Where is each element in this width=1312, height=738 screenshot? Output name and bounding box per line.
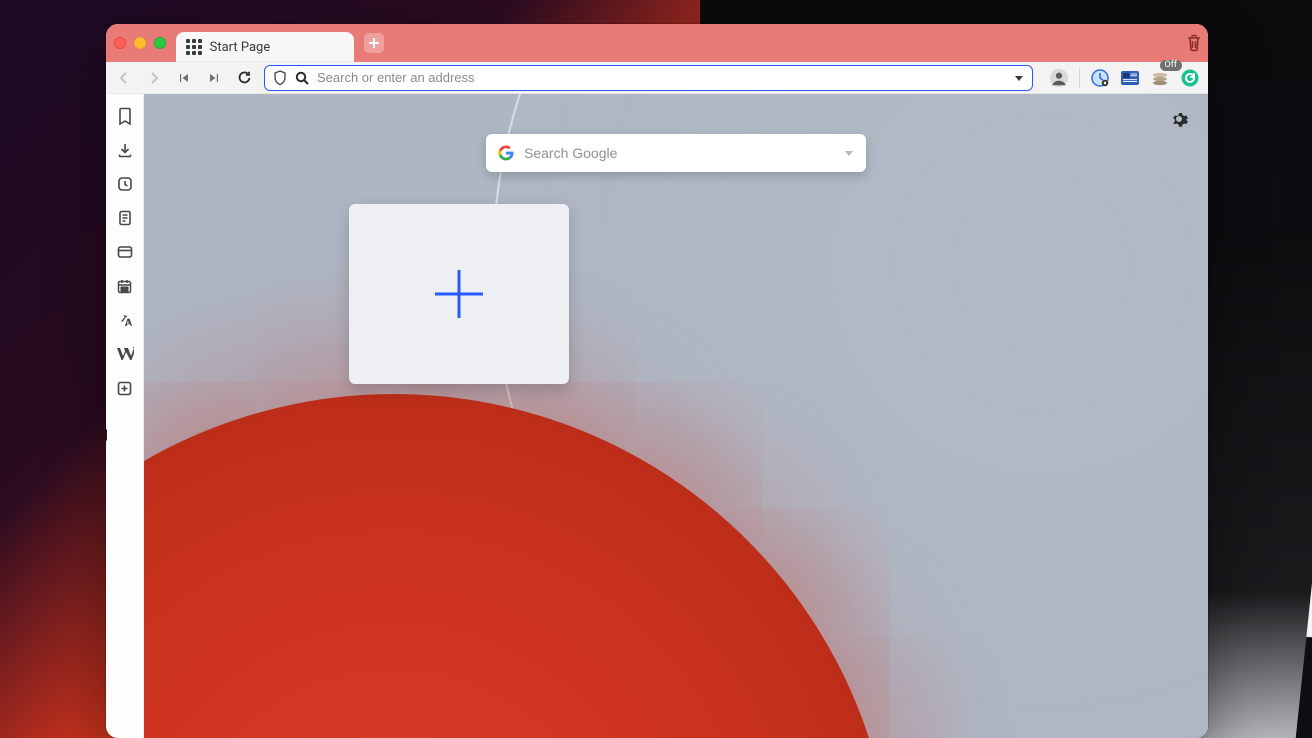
side-panel xyxy=(106,94,144,738)
history-icon[interactable] xyxy=(115,174,135,194)
tab-strip: Start Page xyxy=(106,24,1208,62)
search-icon xyxy=(295,71,309,85)
start-page-search[interactable] xyxy=(486,134,866,172)
start-page xyxy=(144,94,1208,738)
extensions-group: Off xyxy=(1049,68,1200,88)
reload-button[interactable] xyxy=(234,68,254,88)
bookmark-icon[interactable] xyxy=(115,106,135,126)
google-logo-icon xyxy=(498,145,514,161)
start-page-settings-button[interactable] xyxy=(1170,110,1188,128)
address-input[interactable] xyxy=(317,70,1006,85)
fast-forward-button[interactable] xyxy=(204,68,224,88)
extension-flag-icon[interactable] xyxy=(1120,68,1140,88)
download-icon[interactable] xyxy=(115,140,135,160)
wallpaper-flare xyxy=(1226,348,1284,738)
speed-dial-add-tile[interactable] xyxy=(349,204,569,384)
wallet-icon[interactable] xyxy=(115,242,135,262)
search-engine-dropdown-icon[interactable] xyxy=(844,148,854,158)
translate-icon[interactable] xyxy=(115,310,135,330)
profile-button[interactable] xyxy=(1049,68,1069,88)
rewind-button[interactable] xyxy=(174,68,194,88)
panel-collapse-handle[interactable] xyxy=(106,429,107,441)
shield-icon[interactable] xyxy=(273,70,287,86)
new-tab-button[interactable] xyxy=(364,33,384,53)
navigation-toolbar: Off xyxy=(106,62,1208,94)
trash-button[interactable] xyxy=(1186,34,1202,52)
wikipedia-icon[interactable] xyxy=(115,344,135,364)
window-body xyxy=(106,94,1208,738)
browser-window: Start Page xyxy=(106,24,1208,738)
window-controls xyxy=(114,37,166,49)
window-zoom-button[interactable] xyxy=(154,37,166,49)
window-close-button[interactable] xyxy=(114,37,126,49)
notes-icon[interactable] xyxy=(115,208,135,228)
extension-clock-icon[interactable] xyxy=(1090,68,1110,88)
back-button[interactable] xyxy=(114,68,134,88)
window-minimize-button[interactable] xyxy=(134,37,146,49)
address-bar[interactable] xyxy=(264,65,1033,91)
date-icon[interactable] xyxy=(115,276,135,296)
extension-proxy-icon[interactable]: Off xyxy=(1150,68,1170,88)
start-page-search-input[interactable] xyxy=(524,145,834,161)
extension-grammarly-icon[interactable] xyxy=(1180,68,1200,88)
forward-button[interactable] xyxy=(144,68,164,88)
speed-dial-icon xyxy=(186,39,202,55)
extension-proxy-badge: Off xyxy=(1160,60,1182,72)
tab-start-page[interactable]: Start Page xyxy=(176,32,354,62)
start-page-background xyxy=(144,94,1208,738)
address-dropdown-icon[interactable] xyxy=(1014,73,1024,83)
tab-title: Start Page xyxy=(210,40,271,55)
toolbar-separator xyxy=(1079,68,1080,88)
add-panel-icon[interactable] xyxy=(115,378,135,398)
